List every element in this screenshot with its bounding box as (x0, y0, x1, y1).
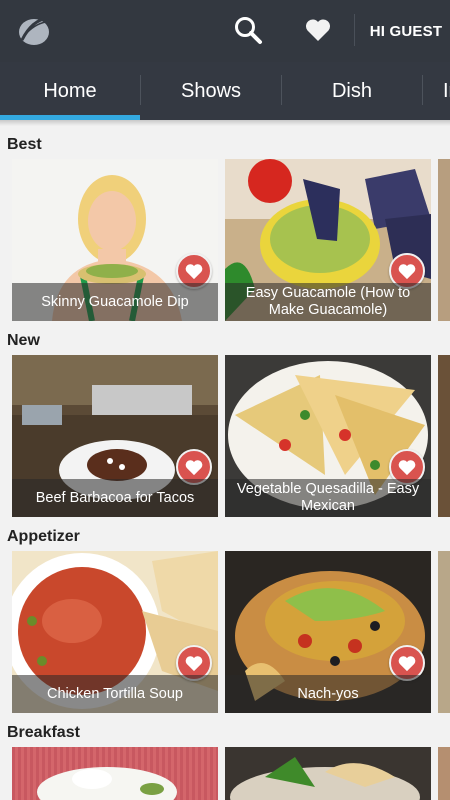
tab-shadow (0, 120, 450, 126)
next-card-peek[interactable] (438, 355, 450, 517)
search-button[interactable] (228, 12, 268, 48)
next-card-peek[interactable] (438, 159, 450, 321)
recipe-image (12, 747, 218, 800)
recipe-title: Beef Barbacoa for Tacos (12, 479, 218, 517)
app-logo-icon[interactable] (14, 10, 54, 50)
next-card-peek[interactable] (438, 551, 450, 713)
recipe-row-breakfast[interactable] (0, 747, 450, 800)
recipe-card[interactable]: Easy Guacamole (How to Make Guacamole) (225, 159, 431, 321)
section-title-breakfast: Breakfast (7, 724, 80, 741)
recipe-title: Chicken Tortilla Soup (12, 675, 218, 713)
section-title-appetizer: Appetizer (7, 528, 80, 545)
search-icon (235, 17, 262, 44)
tab-dish[interactable]: Dish (282, 62, 422, 120)
recipe-row-best[interactable]: Skinny Guacamole Dip Easy Guacamole (How… (0, 159, 450, 323)
recipe-card[interactable]: Skinny Guacamole Dip (12, 159, 218, 321)
tab-shows[interactable]: Shows (141, 62, 281, 120)
next-card-peek[interactable] (438, 747, 450, 800)
recipe-card[interactable]: Nach-yos (225, 551, 431, 713)
recipe-card[interactable]: Chicken Tortilla Soup (12, 551, 218, 713)
section-title-best: Best (7, 136, 42, 153)
recipe-card[interactable] (12, 747, 218, 800)
toolbar-divider (354, 14, 355, 46)
recipe-title: Nach-yos (225, 675, 431, 713)
recipe-title: Easy Guacamole (How to Make Guacamole) (225, 283, 431, 321)
tab-home[interactable]: Home (0, 62, 140, 120)
heart-icon (398, 655, 416, 671)
recipe-card[interactable]: Beef Barbacoa for Tacos (12, 355, 218, 517)
heart-icon (185, 655, 203, 671)
section-title-new: New (7, 332, 40, 349)
heart-icon (398, 263, 416, 279)
recipe-card[interactable]: Vegetable Quesadilla - Easy Mexican (225, 355, 431, 517)
heart-icon (305, 19, 331, 41)
heart-icon (185, 459, 203, 475)
recipe-row-appetizer[interactable]: Chicken Tortilla Soup Nach-yos (0, 551, 450, 715)
guest-account-button[interactable]: HI GUEST (362, 0, 450, 62)
recipe-row-new[interactable]: Beef Barbacoa for Tacos Vegetable Quesad… (0, 355, 450, 519)
recipe-title: Vegetable Quesadilla - Easy Mexican (225, 479, 431, 517)
tab-bar: Home Shows Dish In (0, 62, 450, 120)
recipe-title: Skinny Guacamole Dip (12, 283, 218, 321)
heart-icon (398, 459, 416, 475)
recipe-card[interactable] (225, 747, 431, 800)
action-bar: HI GUEST (0, 0, 450, 62)
recipe-image (225, 747, 431, 800)
favorites-button[interactable] (298, 12, 338, 48)
tab-partial[interactable]: In (423, 62, 450, 120)
heart-icon (185, 263, 203, 279)
